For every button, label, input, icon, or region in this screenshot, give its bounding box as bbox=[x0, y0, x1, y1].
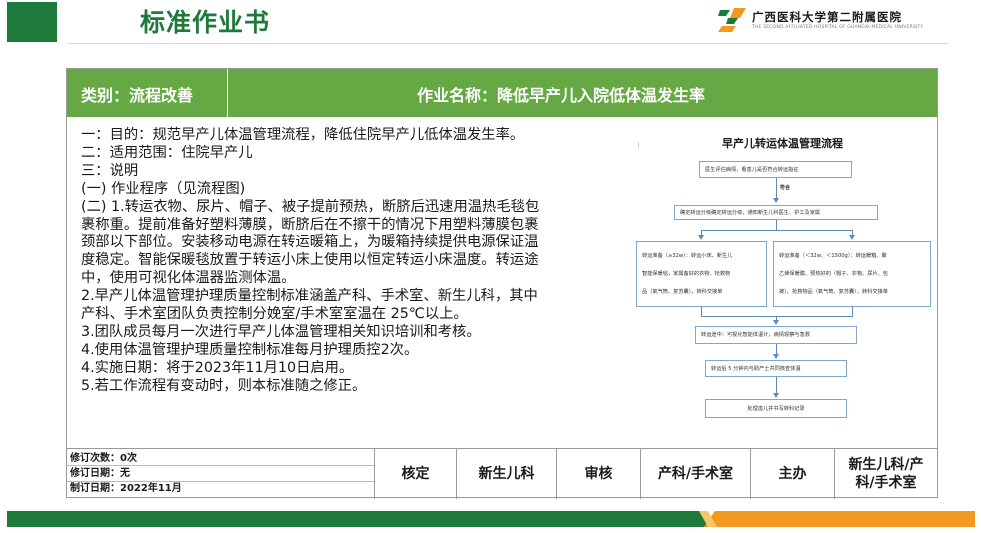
operation-name-label: 作业名称：降低早产儿入院低体温发生率 bbox=[417, 86, 706, 105]
text-line: 二：适用范围：住院早产儿 bbox=[81, 144, 253, 161]
text-line: 4.使用体温管理护理质量控制标准每月护理质控2次。 bbox=[81, 341, 419, 358]
flow-arrow bbox=[773, 320, 779, 325]
flow-step-verify: 转运后 5 分钟内与助产士共同核查体温 bbox=[705, 360, 847, 377]
flow-step-text: 处理患儿并书写转科记录 bbox=[747, 406, 805, 412]
text-line: 中，使用可视化体温器监测体温。 bbox=[81, 270, 296, 287]
flow-connector bbox=[701, 307, 702, 316]
text-line: 3.团队成员每月一次进行早产儿体温管理相关知识培训和考核。 bbox=[81, 323, 481, 340]
text-line: 一：目的：规范早产儿体温管理流程，降低住院早产儿低体温发生率。 bbox=[81, 127, 525, 143]
text-line: 5.若工作流程有变动时，则本标准随之修正。 bbox=[81, 377, 367, 394]
bottom-green-bar bbox=[7, 511, 707, 527]
flow-branch-text: 智能保暖毯，家属备好的衣物、抢救物 bbox=[642, 271, 731, 277]
revision-count: 修订次数：0次 bbox=[70, 453, 137, 464]
document-frame: 类别：流程改善 作业名称：降低早产儿入院低体温发生率 一：目的：规范早产儿体温管… bbox=[66, 68, 938, 499]
flow-arrow bbox=[773, 354, 779, 359]
flow-step-assess: 医生评估病情，看患儿是否符合转运指征 bbox=[699, 161, 852, 178]
flow-branch-lt32w: 转运准备（＜32w、＜1500g）：转运暖箱、聚 乙烯保暖膜、预热好的（帽子、衣… bbox=[773, 241, 931, 307]
text-line: (一) 作业程序（见流程图) bbox=[81, 180, 246, 197]
footer-row-divider bbox=[67, 465, 374, 466]
flow-arrow bbox=[773, 393, 779, 398]
hospital-name: 广西医科大学第二附属医院 bbox=[752, 10, 902, 24]
hospital-branding: 广西医科大学第二附属医院 THE SECOND AFFILIATED HOSPI… bbox=[718, 6, 933, 36]
flow-step-record: 处理患儿并书写转科记录 bbox=[705, 399, 847, 418]
flow-step-text: 转运途中：可视化智能体温计，病情观察与急救 bbox=[701, 332, 810, 338]
page-title: 标准作业书 bbox=[140, 8, 271, 37]
bottom-orange-bar bbox=[704, 511, 975, 527]
flow-connector bbox=[701, 230, 853, 231]
header-divider bbox=[227, 69, 228, 117]
flow-condition-label: 符合 bbox=[780, 185, 791, 191]
text-line: 三：说明 bbox=[81, 162, 139, 179]
flow-branch-text: 品（氧气筒、复苏囊），转科交接单 bbox=[642, 289, 723, 295]
text-line: 产科、手术室团队负责控制分娩室/手术室室温在 25℃以上。 bbox=[81, 306, 468, 323]
flow-step-text: 确定转运分级确定转运分级，通知新生儿科医生、护工及家属 bbox=[680, 210, 821, 216]
flow-arrow bbox=[849, 235, 855, 240]
text-line: (二) 1.转运衣物、尿片、帽子、被子提前预热，断脐后迅速用温热毛毯包 bbox=[81, 198, 540, 215]
text-line: 颈部以下部位。安装移动电源在转运暖箱上，为暖箱持续提供电源保证温 bbox=[81, 234, 539, 251]
approval-footer: 修订次数：0次 修订日期：无 制订日期：2022年11月 核定 新生儿科 审核 … bbox=[67, 448, 937, 499]
text-line: 4.实施日期：将于2023年11月10日启用。 bbox=[81, 359, 354, 376]
flow-connector bbox=[852, 307, 853, 316]
flow-branch-text: 被）、抢救物品（氧气筒、复苏囊），转科交接单 bbox=[779, 289, 888, 295]
flow-connector bbox=[701, 316, 853, 317]
text-line: 度稳定。智能保暖毯放置于转运小床上使用以恒定转运小床温度。转运途 bbox=[81, 252, 539, 269]
text-line: 裹称重。提前准备好塑料薄膜，断脐后在不擦干的情况下用塑料薄膜包裹 bbox=[81, 216, 539, 233]
revision-date: 修订日期：无 bbox=[70, 468, 130, 479]
top-left-accent-block bbox=[7, 2, 57, 42]
text-line: 2.早产儿体温管理护理质量控制标准涵盖产科、手术室、新生儿科，其中 bbox=[81, 288, 538, 305]
host-dept-cell: 新生儿科/产科/手术室 bbox=[834, 449, 937, 499]
approve-label-cell: 核定 bbox=[374, 449, 456, 499]
flow-step-text: 医生评估病情，看患儿是否符合转运指征 bbox=[705, 167, 799, 173]
flow-arrow bbox=[773, 198, 779, 203]
review-label-cell: 审核 bbox=[556, 449, 640, 499]
footer-row-divider bbox=[67, 481, 374, 482]
flow-branch-ge32w: 转运准备（≥32w）：转运小床、新生儿 智能保暖毯，家属备好的衣物、抢救物 品（… bbox=[636, 241, 767, 307]
created-date: 制订日期：2022年11月 bbox=[70, 483, 182, 494]
flow-connector bbox=[776, 220, 777, 230]
header-rule bbox=[68, 43, 948, 44]
flow-step-text: 转运后 5 分钟内与助产士共同核查体温 bbox=[711, 366, 801, 372]
approve-dept-cell: 新生儿科 bbox=[456, 449, 556, 499]
flow-branch-text: 转运准备（≥32w）：转运小床、新生儿 bbox=[642, 253, 733, 259]
flow-step-transit: 转运途中：可视化智能体温计，病情观察与急救 bbox=[695, 326, 857, 344]
revision-info: 修订次数：0次 修订日期：无 制订日期：2022年11月 bbox=[70, 451, 370, 496]
flow-branch-text: 乙烯保暖膜、预热好的（帽子、衣物、尿片、包 bbox=[779, 271, 888, 277]
host-label-cell: 主办 bbox=[750, 449, 834, 499]
flow-arrow bbox=[698, 235, 704, 240]
flow-connector bbox=[776, 178, 777, 199]
flowchart-title: 早产儿转运体温管理流程 bbox=[722, 137, 843, 150]
procedure-text: 一：目的：规范早产儿体温管理流程，降低住院早产儿低体温发生率。 二：适用范围：住… bbox=[81, 127, 629, 396]
category-label: 类别：流程改善 bbox=[81, 86, 194, 105]
transport-flowchart: 早产儿转运体温管理流程 医生评估病情，看患儿是否符合转运指征 符合 确定转运分级… bbox=[630, 129, 935, 449]
header-band: 类别：流程改善 作业名称：降低早产儿入院低体温发生率 bbox=[67, 69, 937, 117]
review-dept-cell: 产科/手术室 bbox=[640, 449, 750, 499]
flow-step-grading: 确定转运分级确定转运分级，通知新生儿科医生、护工及家属 bbox=[674, 205, 878, 220]
flow-connector bbox=[776, 377, 777, 394]
flow-branch-text: 转运准备（＜32w、＜1500g）：转运暖箱、聚 bbox=[779, 253, 887, 259]
hospital-logo-icon bbox=[718, 8, 746, 32]
hospital-english-name: THE SECOND AFFILIATED HOSPITAL OF GUANGX… bbox=[752, 25, 924, 30]
